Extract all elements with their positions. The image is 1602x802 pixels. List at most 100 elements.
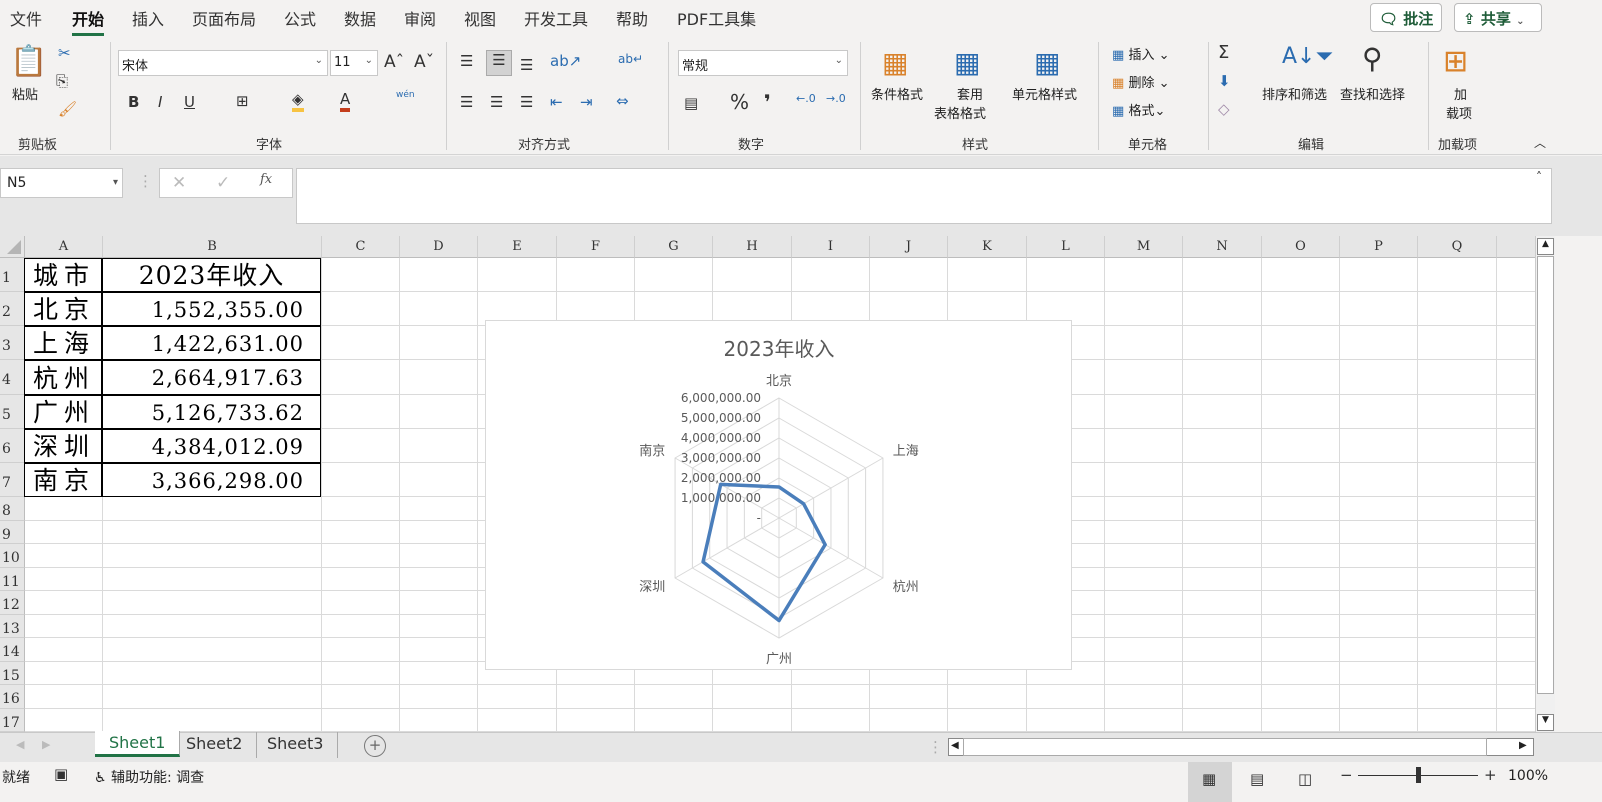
autosum-icon[interactable]: Σ <box>1218 42 1229 63</box>
addins-label-1[interactable]: 加 <box>1454 84 1467 103</box>
align-top-icon[interactable]: ☰ <box>460 52 473 70</box>
column-header-Q[interactable]: Q <box>1418 236 1497 258</box>
table-cell[interactable]: 1,552,355.00 <box>102 292 321 326</box>
page-layout-view-icon[interactable]: ▤ <box>1250 770 1264 788</box>
table-cell[interactable]: 4,384,012.09 <box>102 429 321 463</box>
font-name-select[interactable]: 宋体 ⌄ <box>118 50 328 76</box>
format-cells-button[interactable]: ▦ 格式⌄ <box>1112 100 1165 119</box>
column-header-B[interactable]: B <box>103 236 322 258</box>
row-header-1[interactable]: 1 <box>0 258 25 292</box>
prev-sheet-icon[interactable]: ◀ <box>16 738 24 751</box>
row-header-10[interactable]: 10 <box>0 544 25 568</box>
tab-10[interactable]: PDF工具集 <box>677 6 756 30</box>
data-point[interactable] <box>823 543 827 547</box>
scroll-up-icon[interactable]: ▲ <box>1537 238 1554 255</box>
table-cell[interactable]: 深圳 <box>24 429 102 463</box>
cell-styles-button[interactable]: 单元格样式 <box>1012 84 1077 103</box>
macro-record-icon[interactable]: ▣ <box>54 765 68 783</box>
column-header-H[interactable]: H <box>713 236 792 258</box>
row-header-12[interactable]: 12 <box>0 591 25 615</box>
table-cell[interactable]: 广州 <box>24 395 102 429</box>
column-header-E[interactable]: E <box>478 236 557 258</box>
row-header-16[interactable]: 16 <box>0 685 25 709</box>
column-header-N[interactable]: N <box>1183 236 1262 258</box>
insert-cells-button[interactable]: ▦ 插入 ⌄ <box>1112 44 1169 63</box>
column-header-P[interactable]: P <box>1340 236 1418 258</box>
tab-3[interactable]: 页面布局 <box>192 6 256 30</box>
decrease-indent-icon[interactable]: ⇤ <box>550 93 563 111</box>
data-point[interactable] <box>777 619 781 623</box>
table-cell[interactable]: 南京 <box>24 463 102 497</box>
column-header-A[interactable]: A <box>25 236 103 258</box>
scroll-down-icon[interactable]: ▼ <box>1537 714 1554 731</box>
insert-function-icon[interactable]: fx <box>260 172 272 187</box>
add-sheet-icon[interactable]: + <box>364 735 386 757</box>
tab-9[interactable]: 帮助 <box>616 6 648 30</box>
increase-font-icon[interactable]: Aˆ <box>384 52 404 72</box>
align-right-icon[interactable]: ☰ <box>520 93 533 111</box>
row-header-7[interactable]: 7 <box>0 463 25 497</box>
merge-center-icon[interactable]: ⇔ <box>616 92 629 110</box>
tab-2[interactable]: 插入 <box>132 6 164 30</box>
normal-view-button[interactable]: ▦ <box>1188 762 1232 802</box>
comma-button[interactable]: ❜ <box>764 90 771 114</box>
table-cell[interactable]: 1,422,631.00 <box>102 326 321 360</box>
paste-button[interactable]: 粘贴 <box>12 84 38 103</box>
percent-button[interactable]: % <box>730 90 749 114</box>
comment-button[interactable]: 🗨 批注 <box>1370 3 1443 32</box>
delete-cells-button[interactable]: ▦ 删除 ⌄ <box>1112 72 1169 91</box>
table-cell[interactable]: 5,126,733.62 <box>102 395 321 429</box>
increase-indent-icon[interactable]: ⇥ <box>580 93 593 111</box>
row-header-4[interactable]: 4 <box>0 360 25 395</box>
vertical-scroll-thumb[interactable] <box>1537 256 1554 694</box>
vertical-scrollbar[interactable]: ▲ ▼ <box>1535 236 1555 732</box>
wrap-text-icon[interactable]: ab↵ <box>618 52 643 66</box>
number-format-select[interactable]: 常规 ⌄ <box>678 50 848 76</box>
column-header-K[interactable]: K <box>948 236 1027 258</box>
next-sheet-icon[interactable]: ▶ <box>42 738 50 751</box>
accessibility-status[interactable]: ♿ 辅助功能: 调查 <box>94 767 204 787</box>
select-all-button[interactable] <box>0 236 25 258</box>
row-header-17[interactable]: 17 <box>0 708 25 732</box>
horizontal-scroll-thumb[interactable] <box>963 738 1487 756</box>
column-header-L[interactable]: L <box>1027 236 1105 258</box>
row-header-15[interactable]: 15 <box>0 661 25 685</box>
data-point[interactable] <box>777 485 781 489</box>
header-cell[interactable]: 2023年收入 <box>102 258 321 292</box>
cancel-icon[interactable]: ✕ <box>172 173 186 193</box>
row-header-9[interactable]: 9 <box>0 520 25 544</box>
data-point[interactable] <box>719 482 723 486</box>
scroll-right-icon[interactable]: ▶ <box>1519 740 1527 751</box>
row-header-14[interactable]: 14 <box>0 638 25 662</box>
tab-8[interactable]: 开发工具 <box>524 6 588 30</box>
format-table-label-1[interactable]: 套用 <box>957 84 983 103</box>
conditional-format-button[interactable]: 条件格式 <box>871 84 923 103</box>
zoom-in-icon[interactable]: + <box>1484 766 1497 784</box>
column-header-F[interactable]: F <box>557 236 635 258</box>
align-center-icon[interactable]: ☰ <box>490 93 503 111</box>
column-header-J[interactable]: J <box>870 236 948 258</box>
underline-button[interactable]: U <box>184 93 195 111</box>
horizontal-scrollbar[interactable]: ◀ ▶ <box>948 738 1534 756</box>
column-header-D[interactable]: D <box>400 236 478 258</box>
row-header-11[interactable]: 11 <box>0 567 25 591</box>
cut-icon[interactable]: ✂ <box>58 44 71 62</box>
find-select-button[interactable]: 查找和选择 <box>1340 84 1405 103</box>
format-painter-icon[interactable]: 🖌 <box>58 100 77 118</box>
header-cell[interactable]: 城市 <box>24 258 102 292</box>
table-cell[interactable]: 杭州 <box>24 360 102 395</box>
tab-6[interactable]: 审阅 <box>404 6 436 30</box>
column-header-I[interactable]: I <box>792 236 870 258</box>
italic-button[interactable]: I <box>158 93 162 111</box>
sheet-tab-Sheet1[interactable]: Sheet1 <box>95 731 181 757</box>
column-header-M[interactable]: M <box>1105 236 1183 258</box>
table-cell[interactable]: 上海 <box>24 326 102 360</box>
table-cell[interactable]: 北京 <box>24 292 102 326</box>
row-header-2[interactable]: 2 <box>0 292 25 326</box>
clear-icon[interactable]: ◇ <box>1218 100 1230 118</box>
fill-color-icon[interactable]: ◈ <box>292 90 304 112</box>
increase-decimal-icon[interactable]: ←.0 <box>796 92 816 105</box>
data-point[interactable] <box>701 560 705 564</box>
column-header-C[interactable]: C <box>322 236 400 258</box>
tab-1[interactable]: 开始 <box>72 6 105 36</box>
